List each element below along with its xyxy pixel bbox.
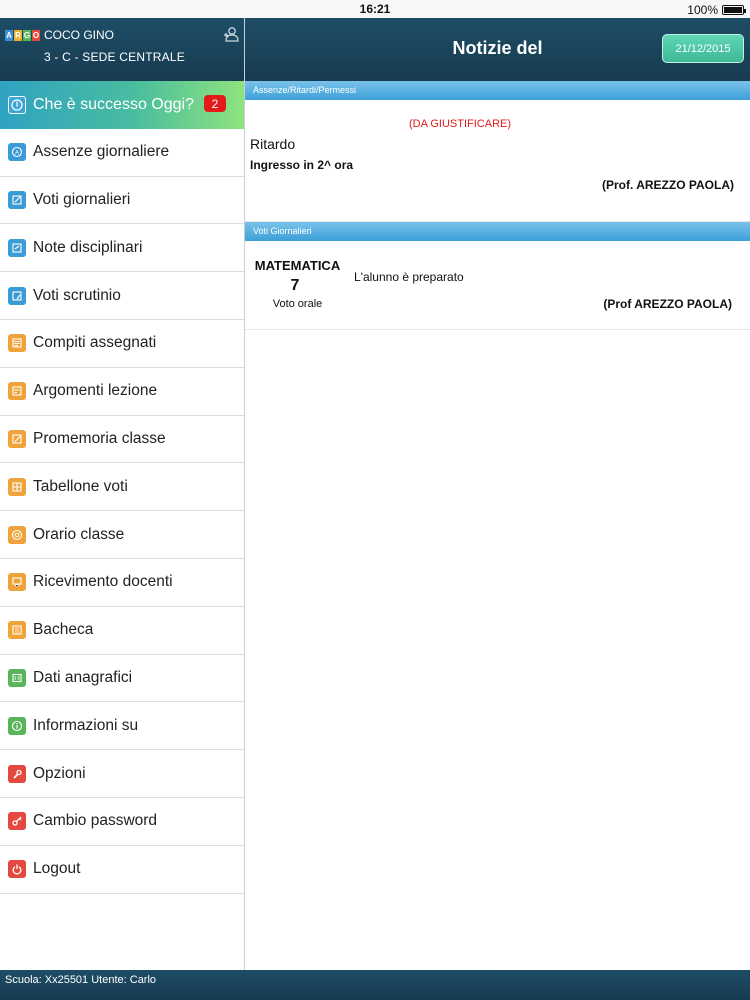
- sidebar-menu: A Assenze giornaliere Voti giornalieri Note…: [0, 129, 244, 894]
- sidebar-item-label: Note disciplinari: [33, 238, 143, 256]
- info-icon: [8, 716, 26, 735]
- grade-kind: Voto orale: [272, 298, 323, 310]
- argo-logo: A R G O: [5, 30, 40, 41]
- svg-text:A: A: [15, 150, 19, 156]
- sidebar-item-label: Ricevimento docenti: [33, 573, 173, 591]
- sidebar: A R G O COCO GINO 3 - C - SEDE CENTRALE …: [0, 18, 245, 970]
- sidebar-item-label: Voti scrutinio: [33, 286, 121, 304]
- user-name: COCO GINO: [44, 28, 115, 42]
- status-time: 16:21: [359, 2, 391, 16]
- date-picker-button[interactable]: 21/12/2015: [662, 34, 744, 63]
- sidebar-item-label: Logout: [33, 860, 81, 878]
- schedule-icon: [8, 525, 26, 544]
- main-header: Notizie del 21/12/2015: [245, 18, 750, 81]
- power-icon: [8, 860, 26, 879]
- sidebar-item-label: Cambio password: [33, 812, 158, 830]
- sidebar-item-label: Dati anagrafici: [33, 668, 133, 686]
- grade-subject: MATEMATICA: [254, 258, 341, 273]
- main-panel: Notizie del 21/12/2015 Assenze/Ritardi/P…: [245, 18, 750, 970]
- absences-section-header: Assenze/Ritardi/Permessi: [245, 81, 750, 100]
- user-switch-icon[interactable]: [223, 26, 239, 42]
- sidebar-item-label: Bacheca: [33, 621, 94, 639]
- absence-teacher: (Prof. AREZZO PAOLA): [602, 178, 734, 192]
- sidebar-item-bacheca[interactable]: Bacheca: [0, 607, 244, 655]
- absence-icon: A: [8, 143, 26, 162]
- sidebar-item-informazioni-su[interactable]: Informazioni su: [0, 702, 244, 751]
- board-icon: [8, 621, 26, 640]
- sidebar-item-tabellone-voti[interactable]: Tabellone voti: [0, 463, 244, 512]
- sidebar-item-assenze-giornaliere[interactable]: A Assenze giornaliere: [0, 129, 244, 177]
- battery-indicator: 100%: [687, 3, 746, 17]
- footer-status: Scuola: Xx25501 Utente: Carlo: [0, 970, 750, 1000]
- sidebar-item-dati-anagrafici[interactable]: Dati anagrafici: [0, 655, 244, 703]
- sidebar-item-label: Orario classe: [33, 525, 125, 543]
- sidebar-item-ricevimento-docenti[interactable]: Ricevimento docenti: [0, 559, 244, 607]
- today-count-badge: 2: [204, 95, 226, 112]
- homework-icon: [8, 334, 26, 353]
- absence-row[interactable]: (DA GIUSTIFICARE) Ritardo Ingresso in 2^…: [245, 100, 750, 222]
- sidebar-item-voti-scrutinio[interactable]: Voti scrutinio: [0, 272, 244, 320]
- status-bar: 16:21 100%: [0, 0, 750, 18]
- sidebar-item-today[interactable]: Che è successo Oggi? 2: [0, 81, 244, 129]
- sidebar-item-argomenti-lezione[interactable]: Argomenti lezione: [0, 368, 244, 416]
- logo-letter: A: [5, 30, 13, 41]
- grade-comment: L'alunno è preparato: [354, 270, 464, 284]
- sidebar-item-label: Argomenti lezione: [33, 382, 158, 400]
- sidebar-item-label: Promemoria classe: [33, 429, 166, 447]
- sidebar-item-label: Tabellone voti: [33, 477, 128, 495]
- logo-letter: O: [32, 30, 40, 41]
- user-header: A R G O COCO GINO 3 - C - SEDE CENTRALE: [0, 18, 244, 81]
- absence-detail: Ingresso in 2^ ora: [250, 158, 354, 172]
- grades-icon: [8, 190, 26, 209]
- sidebar-item-promemoria-classe[interactable]: Promemoria classe: [0, 416, 244, 464]
- sidebar-item-label: Assenze giornaliere: [33, 143, 170, 161]
- sidebar-item-compiti-assegnati[interactable]: Compiti assegnati: [0, 320, 244, 368]
- sidebar-item-logout[interactable]: Logout: [0, 846, 244, 894]
- reminder-icon: [8, 429, 26, 448]
- sidebar-item-label: Compiti assegnati: [33, 334, 157, 352]
- notes-icon: [8, 238, 26, 257]
- key-icon: [8, 812, 26, 831]
- battery-percent: 100%: [687, 3, 718, 17]
- sidebar-item-label: Opzioni: [33, 764, 86, 782]
- teacher-meeting-icon: [8, 573, 26, 592]
- alert-icon: [8, 95, 26, 114]
- user-class: 3 - C - SEDE CENTRALE: [44, 50, 185, 64]
- battery-icon: [722, 5, 746, 15]
- lesson-topics-icon: [8, 382, 26, 401]
- sidebar-item-note-disciplinari[interactable]: Note disciplinari: [0, 224, 244, 273]
- grades-section-header: Voti Giornalieri: [245, 222, 750, 241]
- sidebar-item-opzioni[interactable]: Opzioni: [0, 750, 244, 798]
- sidebar-item-orario-classe[interactable]: Orario classe: [0, 511, 244, 559]
- grade-teacher: (Prof AREZZO PAOLA): [603, 297, 732, 311]
- grade-value: 7: [290, 277, 300, 294]
- personal-data-icon: [8, 668, 26, 687]
- absence-status: (DA GIUSTIFICARE): [408, 118, 512, 130]
- grade-row[interactable]: MATEMATICA 7 Voto orale L'alunno è prepa…: [245, 241, 750, 330]
- wrench-icon: [8, 764, 26, 783]
- sidebar-item-label: Voti giornalieri: [33, 190, 131, 208]
- report-card-icon: [8, 286, 26, 305]
- grid-icon: [8, 477, 26, 496]
- sidebar-item-voti-giornalieri[interactable]: Voti giornalieri: [0, 177, 244, 225]
- logo-letter: G: [23, 30, 31, 41]
- logo-letter: R: [14, 30, 22, 41]
- sidebar-item-label: Che è successo Oggi?: [33, 95, 194, 113]
- sidebar-item-label: Informazioni su: [33, 716, 139, 734]
- absence-type: Ritardo: [250, 136, 296, 152]
- sidebar-item-cambio-password[interactable]: Cambio password: [0, 798, 244, 846]
